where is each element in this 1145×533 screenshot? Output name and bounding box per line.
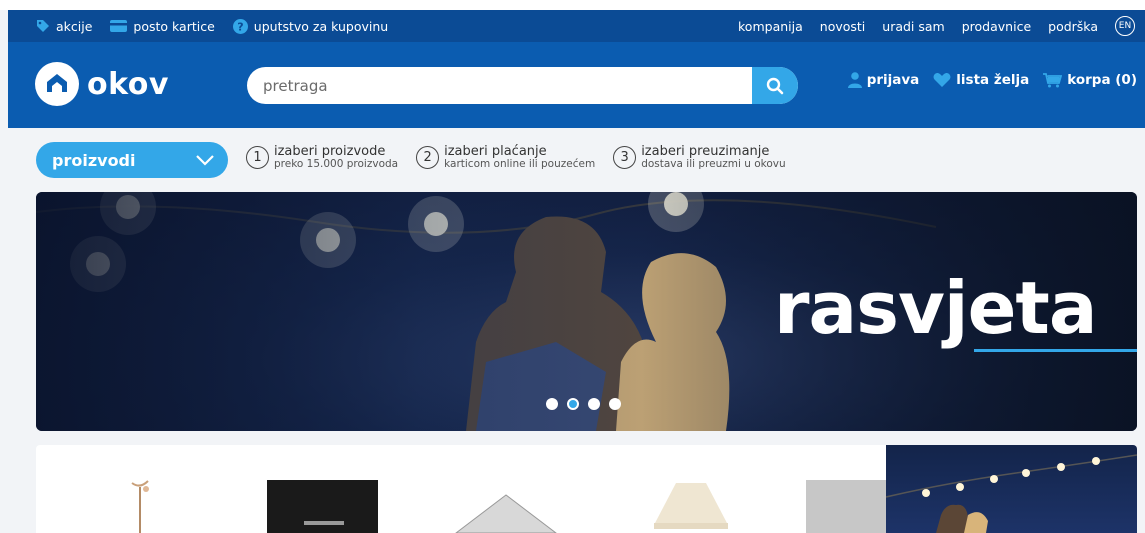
products-menu-button[interactable]: proizvodi (36, 142, 228, 178)
cart-label: korpa (0) (1067, 72, 1137, 88)
promo-banner-small[interactable] (886, 445, 1137, 533)
top-link-uradi-sam[interactable]: uradi sam (882, 19, 944, 34)
banner-title: rasvjeta (774, 266, 1097, 350)
search-icon (766, 77, 784, 94)
top-link-novosti[interactable]: novosti (820, 19, 866, 34)
slider-dot-4[interactable] (609, 398, 621, 410)
step-subtitle: dostava ili preuzmi u okovu (641, 158, 786, 170)
top-link-label: posto kartice (133, 18, 215, 34)
step-number: 2 (416, 146, 440, 169)
top-link-posto-kartice[interactable]: posto kartice (110, 18, 215, 34)
top-link-akcije[interactable]: akcije (36, 19, 92, 34)
wishlist-link[interactable]: lista želja (933, 72, 1029, 88)
card-icon (110, 20, 128, 32)
cart-link[interactable]: korpa (0) (1043, 72, 1137, 88)
step-1: 1 izaberi proizvode preko 15.000 proizvo… (246, 145, 398, 170)
step-3: 3 izaberi preuzimanje dostava ili preuzm… (613, 144, 786, 170)
featured-products-strip (36, 445, 886, 533)
language-switch[interactable]: EN (1115, 16, 1135, 36)
step-title: izaberi plaćanje (444, 144, 547, 159)
login-link[interactable]: prijava (847, 72, 920, 88)
slider-dot-2[interactable] (567, 398, 579, 410)
top-link-label: uputstvo za kupovinu (253, 18, 389, 34)
hero-banner[interactable]: rasvjeta (36, 192, 1137, 431)
top-white-strip (0, 0, 1145, 10)
cart-icon (1043, 72, 1063, 87)
products-menu-label: proizvodi (52, 150, 136, 170)
slider-dot-3[interactable] (588, 398, 600, 410)
slider-dot-1[interactable] (546, 398, 558, 410)
top-navigation: akcije posto kartice ? uputstvo za kupov… (8, 10, 1145, 42)
account-links: prijava lista želja korpa (0) (847, 72, 1137, 88)
step-title: izaberi proizvode (274, 144, 386, 159)
svg-text:?: ? (237, 20, 243, 33)
promo-photo (886, 454, 1137, 533)
step-subtitle: karticom online ili pouzećem (444, 158, 596, 170)
logo-text: okov (87, 66, 169, 102)
step-number: 1 (246, 146, 269, 169)
tag-icon (37, 20, 49, 32)
banner-underline (974, 349, 1137, 352)
product-images (131, 480, 886, 533)
search-bar (247, 67, 798, 104)
search-input[interactable] (247, 67, 798, 104)
top-link-uputstvo[interactable]: ? uputstvo za kupovinu (232, 18, 389, 34)
question-icon: ? (232, 18, 248, 34)
top-nav-left: akcije posto kartice ? uputstvo za kupov… (36, 10, 388, 42)
step-2: 2 izaberi plaćanje karticom online ili p… (416, 145, 595, 170)
floor-lamp-image (131, 480, 149, 533)
purchase-steps: 1 izaberi proizvode preko 15.000 proizvo… (246, 145, 786, 170)
login-label: prijava (866, 72, 920, 88)
search-button[interactable] (752, 67, 798, 104)
top-link-kompanija[interactable]: kompanija (738, 19, 803, 34)
wishlist-label: lista želja (956, 72, 1030, 88)
user-icon (847, 72, 862, 88)
logo-house-icon (35, 62, 79, 106)
step-title: izaberi preuzimanje (641, 144, 770, 159)
slider-dots (546, 398, 621, 410)
main-header: okov prijava lista želja korpa (0) (8, 42, 1145, 128)
logo[interactable]: okov (35, 62, 169, 106)
heart-icon (933, 73, 951, 87)
chevron-down-icon (196, 154, 214, 166)
step-number: 3 (613, 146, 637, 169)
top-link-prodavnice[interactable]: prodavnice (962, 19, 1031, 34)
top-nav-right: kompanija novosti uradi sam prodavnice p… (738, 10, 1135, 42)
top-link-podrska[interactable]: podrška (1048, 19, 1098, 34)
step-subtitle: preko 15.000 proizvoda (274, 158, 399, 170)
top-link-label: akcije (56, 18, 93, 34)
